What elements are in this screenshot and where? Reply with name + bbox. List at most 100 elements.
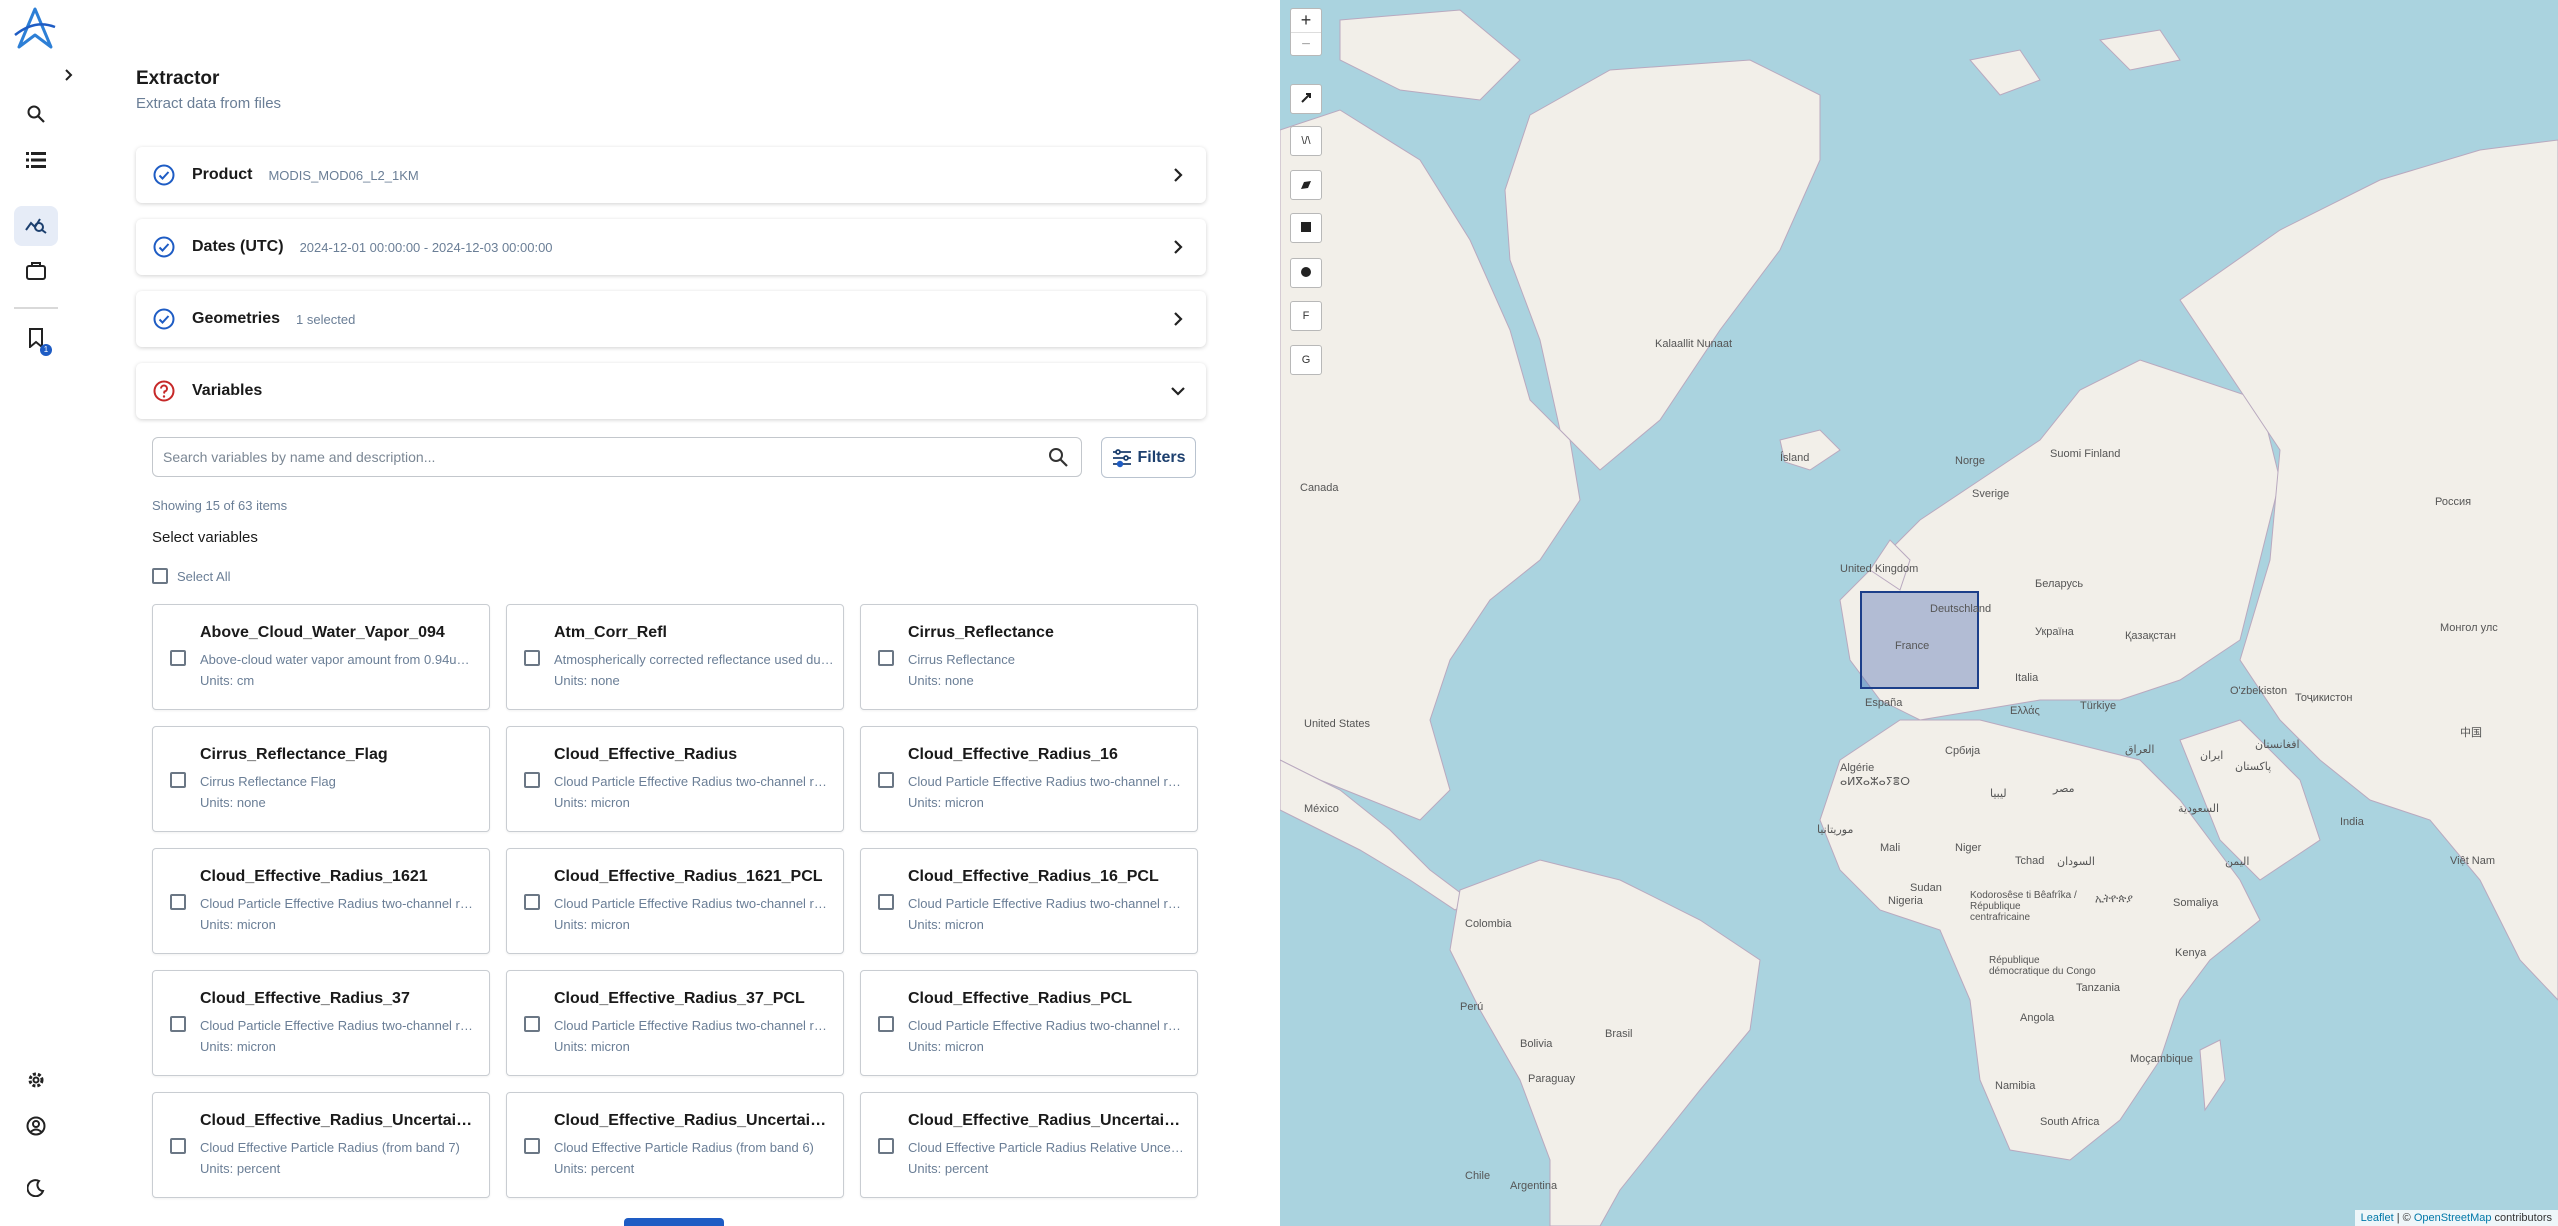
step-label: Dates (UTC): [192, 238, 284, 255]
variable-checkbox[interactable]: [524, 1138, 540, 1154]
variable-card[interactable]: Cirrus_Reflectance Cirrus Reflectance Unit…: [860, 604, 1198, 710]
map-place-label: Ísland: [1780, 452, 1810, 464]
variable-units: Units: micron: [200, 917, 276, 932]
map-view[interactable]: + − \/\ F G Kalaallit Nunaat Canada Ísland…: [1280, 0, 2558, 1226]
variable-search-input[interactable]: [163, 449, 1047, 465]
variable-checkbox[interactable]: [524, 894, 540, 910]
draw-polyline-button[interactable]: \/\: [1290, 126, 1322, 156]
draw-circle-button[interactable]: [1290, 258, 1322, 288]
extractor-nav-button[interactable]: [14, 206, 58, 246]
account-nav-button[interactable]: [14, 1108, 58, 1148]
zoom-control: + −: [1290, 8, 1322, 56]
variable-description: Cloud Particle Effective Radius two-chan…: [908, 774, 1188, 789]
extractor-panel: Extractor Extract data from files Produc…: [72, 0, 1280, 1226]
variable-card[interactable]: Cloud_Effective_Radius_Uncertainty Cloud …: [152, 1092, 490, 1198]
variable-card[interactable]: Cloud_Effective_Radius_37_PCL Cloud Parti…: [506, 970, 844, 1076]
variable-checkbox[interactable]: [170, 1016, 186, 1032]
variable-description: Atmospherically corrected reflectance us…: [554, 652, 834, 667]
select-all-row[interactable]: Select All: [152, 568, 230, 584]
map-place-label: South Africa: [2040, 1116, 2100, 1128]
app-root: 1 Extractor Extract data from files Prod…: [0, 0, 2558, 1226]
variable-card[interactable]: Cloud_Effective_Radius Cloud Particle Eff…: [506, 726, 844, 832]
variable-description: Cloud Particle Effective Radius two-chan…: [200, 896, 480, 911]
variable-checkbox[interactable]: [170, 650, 186, 666]
variable-units: Units: micron: [908, 795, 984, 810]
variable-units: Units: cm: [200, 673, 255, 688]
step-value: 2024-12-01 00:00:00 - 2024-12-03 00:00:0…: [299, 239, 553, 255]
variable-card[interactable]: Cloud_Effective_Radius_1621 Cloud Particl…: [152, 848, 490, 954]
variable-card[interactable]: Cirrus_Reflectance_Flag Cirrus Reflectanc…: [152, 726, 490, 832]
logo-icon[interactable]: [10, 4, 60, 54]
polygon-icon: [1300, 177, 1312, 193]
world-basemap: [1280, 9, 2558, 1226]
draw-rectangle-button[interactable]: [1290, 213, 1322, 243]
variable-checkbox[interactable]: [878, 894, 894, 910]
variable-units: Units: micron: [908, 917, 984, 932]
jobs-nav-button[interactable]: [14, 253, 58, 293]
step-product[interactable]: Product MODIS_MOD06_L2_1KM: [136, 147, 1206, 203]
step-dates[interactable]: Dates (UTC) 2024-12-01 00:00:00 - 2024-1…: [136, 219, 1206, 275]
zoom-in-button[interactable]: +: [1301, 8, 1312, 32]
variable-units: Units: none: [554, 673, 620, 688]
zoom-out-button[interactable]: −: [1291, 32, 1321, 56]
osm-link[interactable]: OpenStreetMap: [2414, 1212, 2492, 1224]
variable-card[interactable]: Cloud_Effective_Radius_16 Cloud Particle …: [860, 726, 1198, 832]
variable-description: Cloud Effective Particle Radius Relative…: [908, 1140, 1188, 1155]
theme-toggle-button[interactable]: [14, 1170, 58, 1210]
variable-description: Above-cloud water vapor amount from 0.94…: [200, 652, 480, 667]
marker-icon: [1300, 91, 1312, 107]
variable-checkbox[interactable]: [524, 772, 540, 788]
variable-checkbox[interactable]: [170, 772, 186, 788]
variable-card[interactable]: Cloud_Effective_Radius_PCL Cloud Particle…: [860, 970, 1198, 1076]
tool-g-button[interactable]: G: [1290, 345, 1322, 375]
leaflet-link[interactable]: Leaflet: [2361, 1212, 2394, 1224]
draw-polygon-button[interactable]: [1290, 170, 1322, 200]
map-place-label: Kodorosêse ti Bêafrîka / République cent…: [1970, 890, 2077, 923]
search-nav-button[interactable]: [14, 96, 58, 136]
draw-marker-button[interactable]: [1290, 84, 1322, 114]
variable-card[interactable]: Cloud_Effective_Radius_16_PCL Cloud Parti…: [860, 848, 1198, 954]
list-nav-button[interactable]: [14, 142, 58, 182]
variable-units: Units: percent: [554, 1161, 635, 1176]
variable-checkbox[interactable]: [170, 1138, 186, 1154]
variable-name: Cirrus_Reflectance: [908, 624, 1054, 641]
variable-card[interactable]: Cloud_Effective_Radius_37 Cloud Particle …: [152, 970, 490, 1076]
variable-card[interactable]: Cloud_Effective_Radius_1621_PCL Cloud Par…: [506, 848, 844, 954]
search-icon[interactable]: [1047, 446, 1069, 468]
variable-checkbox[interactable]: [878, 650, 894, 666]
variable-checkbox[interactable]: [524, 650, 540, 666]
step-geometries[interactable]: Geometries 1 selected: [136, 291, 1206, 347]
tool-f-button[interactable]: F: [1290, 301, 1322, 331]
variable-name: Cloud_Effective_Radius_Uncertainty: [200, 1112, 480, 1129]
page-subtitle: Extract data from files: [136, 95, 282, 112]
variable-card[interactable]: Atm_Corr_Refl Atmospherically corrected r…: [506, 604, 844, 710]
variable-checkbox[interactable]: [170, 894, 186, 910]
settings-nav-button[interactable]: [14, 1062, 58, 1102]
filters-button[interactable]: Filters: [1101, 437, 1196, 478]
map-place-label: México: [1304, 803, 1339, 815]
variable-checkbox[interactable]: [878, 1016, 894, 1032]
step-variables[interactable]: Variables: [136, 363, 1206, 419]
map-place-label: Suomi Finland: [2050, 448, 2121, 460]
map-place-label: Ελλάς: [2010, 705, 2040, 717]
map-place-label: Angola: [2020, 1012, 2055, 1024]
submit-button[interactable]: [624, 1218, 724, 1226]
variable-name: Cloud_Effective_Radius_Uncertainty_16: [554, 1112, 834, 1129]
list-icon: [26, 151, 46, 174]
variable-card[interactable]: Cloud_Effective_Radius_Uncertainty_16 Clo…: [506, 1092, 844, 1198]
variable-checkbox[interactable]: [878, 1138, 894, 1154]
map-place-label: Chile: [1465, 1170, 1491, 1182]
variable-card[interactable]: Cloud_Effective_Radius_Uncertainty_1621 C…: [860, 1092, 1198, 1198]
map-place-label: العراق: [2125, 744, 2155, 756]
bookmarks-nav-button[interactable]: 1: [14, 320, 58, 360]
check-circle-icon: [152, 235, 176, 259]
map-place-label: United States: [1304, 718, 1371, 730]
select-all-checkbox[interactable]: [152, 568, 168, 584]
filter-sliders-icon: [1111, 447, 1133, 469]
variable-checkbox[interactable]: [524, 1016, 540, 1032]
variable-card[interactable]: Above_Cloud_Water_Vapor_094 Above-cloud w…: [152, 604, 490, 710]
variable-units: Units: percent: [200, 1161, 281, 1176]
variable-checkbox[interactable]: [878, 772, 894, 788]
map-place-label: Paraguay: [1528, 1073, 1576, 1085]
help-circle-icon: [152, 379, 176, 403]
